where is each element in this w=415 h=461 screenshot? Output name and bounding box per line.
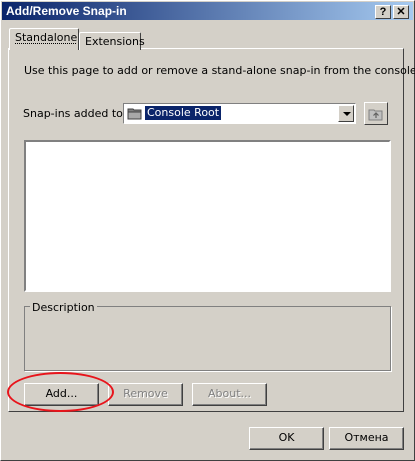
tab-extensions-label: Extensions	[85, 35, 145, 48]
add-button[interactable]: Add...	[24, 383, 99, 406]
cancel-button[interactable]: Отмена	[329, 427, 404, 450]
tab-standalone[interactable]: Standalone	[9, 28, 79, 50]
description-label: Description	[30, 301, 97, 314]
up-one-level-button[interactable]	[364, 102, 388, 125]
help-button[interactable]: ?	[375, 5, 391, 19]
folder-up-icon	[368, 109, 383, 121]
snapins-added-to-value: Console Root	[145, 106, 222, 120]
tab-extensions[interactable]: Extensions	[79, 32, 145, 50]
remove-button[interactable]: Remove	[108, 383, 183, 406]
about-button[interactable]: About...	[192, 383, 267, 406]
snapins-added-to-label: Snap-ins added to:	[23, 107, 127, 120]
close-icon: ✕	[396, 6, 406, 18]
close-button[interactable]: ✕	[393, 5, 409, 19]
intro-text: Use this page to add or remove a stand-a…	[24, 64, 415, 77]
window-title: Add/Remove Snap-in	[6, 4, 127, 18]
snapin-list[interactable]	[24, 140, 391, 292]
ok-button[interactable]: OK	[249, 427, 324, 450]
description-group	[24, 306, 391, 371]
help-icon: ?	[379, 6, 387, 18]
snapins-added-to-dropdown[interactable]: Console Root	[123, 103, 356, 124]
folder-icon	[127, 108, 142, 120]
title-bar: Add/Remove Snap-in ? ✕	[2, 2, 413, 20]
chevron-down-icon[interactable]	[338, 105, 354, 122]
tab-standalone-label: Standalone	[15, 31, 78, 44]
